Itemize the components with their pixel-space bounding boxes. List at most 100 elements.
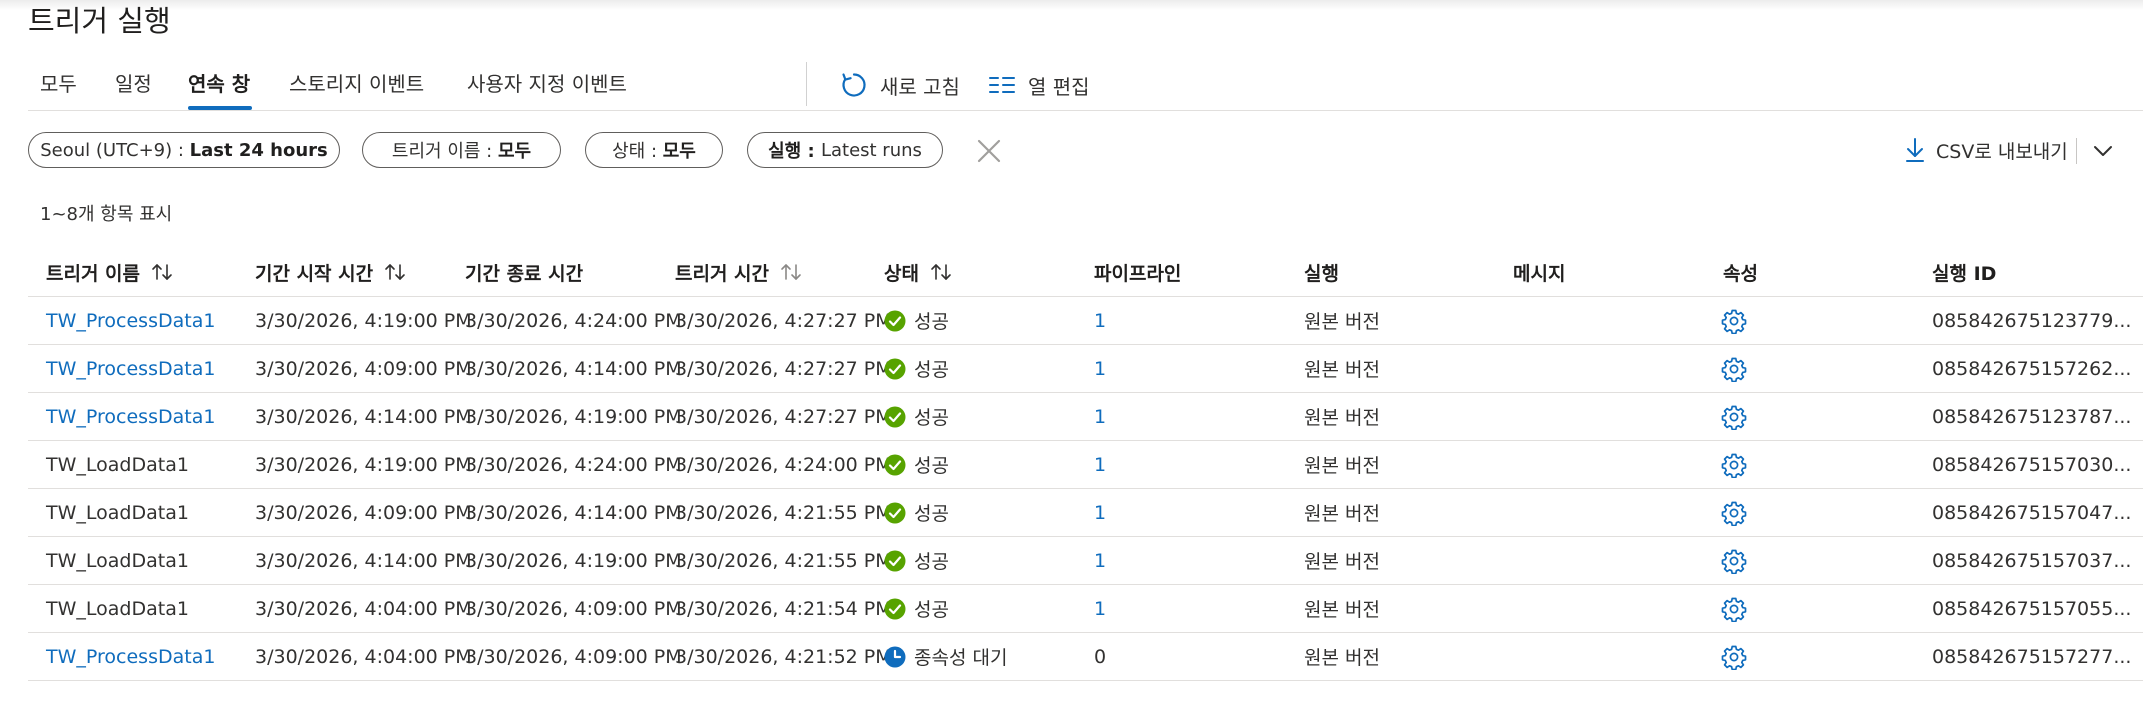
window-start-cell: 3/30/2026, 4:19:00 PM — [255, 309, 472, 332]
col-status[interactable]: 상태 — [884, 248, 953, 296]
gear-icon[interactable] — [1721, 452, 1747, 478]
col-run[interactable]: 실행 — [1304, 248, 1339, 296]
col-window-end[interactable]: 기간 종료 시간 — [465, 248, 583, 296]
status-text: 성공 — [914, 311, 949, 333]
success-check-icon — [884, 406, 906, 428]
sort-icon[interactable] — [929, 262, 953, 282]
run-id-cell: 085842675157262... — [1932, 357, 2132, 380]
pipeline-cell[interactable]: 1 — [1094, 537, 1106, 584]
status-text: 종속성 대기 — [914, 647, 1008, 669]
run-cell: 원본 버전 — [1304, 599, 1380, 621]
sort-icon[interactable] — [150, 262, 174, 282]
run-cell: 원본 버전 — [1304, 503, 1380, 525]
col-window-start[interactable]: 기간 시작 시간 — [255, 248, 407, 296]
properties-cell — [1721, 441, 1747, 488]
table-row[interactable]: TW_LoadData1 3/30/2026, 4:04:00 PM 3/30/20… — [28, 585, 2143, 633]
gear-icon[interactable] — [1721, 308, 1747, 334]
table-row[interactable]: TW_ProcessData1 3/30/2026, 4:19:00 PM 3/30… — [28, 297, 2143, 345]
trigger-name-cell[interactable]: TW_ProcessData1 — [46, 297, 215, 344]
window-end-cell: 3/30/2026, 4:24:00 PM — [465, 309, 682, 332]
run-cell: 원본 버전 — [1304, 455, 1380, 477]
gear-icon[interactable] — [1721, 404, 1747, 430]
gear-icon[interactable] — [1721, 356, 1747, 382]
run-filter-prefix: 실행 : — [768, 141, 821, 162]
trigger-name-cell[interactable]: TW_ProcessData1 — [46, 393, 215, 440]
run-cell: 원본 버전 — [1304, 311, 1380, 333]
clock-icon — [884, 646, 906, 668]
col-trigger-name-label: 트리거 이름 — [46, 262, 141, 285]
run-filter-pill[interactable]: 실행 : Latest runs — [747, 132, 943, 168]
col-run-id[interactable]: 실행 ID — [1932, 248, 1996, 296]
tab-schedule[interactable]: 일정 — [115, 70, 152, 98]
table-row[interactable]: TW_LoadData1 3/30/2026, 4:09:00 PM 3/30/20… — [28, 489, 2143, 537]
chevron-down-icon[interactable] — [2088, 136, 2118, 166]
gear-icon[interactable] — [1721, 644, 1747, 670]
table-row[interactable]: TW_ProcessData1 3/30/2026, 4:14:00 PM 3/30… — [28, 393, 2143, 441]
window-start-cell: 3/30/2026, 4:09:00 PM — [255, 357, 472, 380]
table-row[interactable]: TW_LoadData1 3/30/2026, 4:14:00 PM 3/30/20… — [28, 537, 2143, 585]
table-row[interactable]: TW_ProcessData1 3/30/2026, 4:09:00 PM 3/30… — [28, 345, 2143, 393]
col-trigger-time-label: 트리거 시간 — [675, 262, 770, 285]
time-filter-pill[interactable]: Seoul (UTC+9) : Last 24 hours — [28, 132, 340, 168]
tab-custom-events[interactable]: 사용자 지정 이벤트 — [467, 70, 627, 98]
status-cell: 성공 — [884, 585, 949, 632]
run-cell: 원본 버전 — [1304, 551, 1380, 573]
pipeline-cell[interactable]: 1 — [1094, 345, 1106, 392]
edit-columns-button[interactable]: 열 편집 — [988, 70, 1090, 100]
window-end-cell: 3/30/2026, 4:19:00 PM — [465, 549, 682, 572]
table-row[interactable]: TW_ProcessData1 3/30/2026, 4:04:00 PM 3/30… — [28, 633, 2143, 681]
trigger-time-cell: 3/30/2026, 4:21:54 PM — [675, 597, 892, 620]
gear-icon[interactable] — [1721, 548, 1747, 574]
col-message[interactable]: 메시지 — [1513, 248, 1565, 296]
properties-cell — [1721, 633, 1747, 680]
pipeline-cell[interactable]: 1 — [1094, 297, 1106, 344]
run-cell: 원본 버전 — [1304, 407, 1380, 429]
col-trigger-name[interactable]: 트리거 이름 — [46, 248, 174, 296]
gear-icon[interactable] — [1721, 596, 1747, 622]
status-cell: 성공 — [884, 345, 949, 392]
export-csv-button[interactable]: CSV로 내보내기 — [1904, 134, 2068, 166]
properties-cell — [1721, 489, 1747, 536]
export-divider — [2076, 138, 2077, 164]
trigger-time-cell: 3/30/2026, 4:27:27 PM — [675, 309, 892, 332]
window-start-cell: 3/30/2026, 4:14:00 PM — [255, 549, 472, 572]
time-filter-value: Last 24 hours — [189, 139, 328, 161]
status-filter-pill[interactable]: 상태 : 모두 — [585, 132, 723, 168]
status-text: 성공 — [914, 359, 949, 381]
pipeline-cell[interactable]: 1 — [1094, 489, 1106, 536]
tabs-toolbar-divider — [806, 62, 807, 106]
col-trigger-time[interactable]: 트리거 시간 — [675, 248, 803, 296]
status-cell: 성공 — [884, 393, 949, 440]
run-id-cell: 085842675157030... — [1932, 453, 2132, 476]
trigger-name-cell[interactable]: TW_ProcessData1 — [46, 633, 215, 680]
success-check-icon — [884, 358, 906, 380]
trigger-time-cell: 3/30/2026, 4:24:00 PM — [675, 453, 892, 476]
tab-storage-events[interactable]: 스토리지 이벤트 — [289, 70, 424, 98]
trigger-time-cell: 3/30/2026, 4:21:55 PM — [675, 549, 892, 572]
sort-icon[interactable] — [779, 262, 803, 282]
col-status-label: 상태 — [884, 262, 919, 285]
refresh-button[interactable]: 새로 고침 — [840, 70, 960, 100]
run-cell: 원본 버전 — [1304, 647, 1380, 669]
refresh-label: 새로 고침 — [880, 74, 960, 99]
col-pipeline[interactable]: 파이프라인 — [1094, 248, 1181, 296]
tab-tumbling-window[interactable]: 연속 창 — [188, 70, 250, 98]
pipeline-cell[interactable]: 1 — [1094, 585, 1106, 632]
window-end-cell: 3/30/2026, 4:09:00 PM — [465, 597, 682, 620]
download-icon — [1906, 138, 1924, 162]
trigger-time-cell: 3/30/2026, 4:27:27 PM — [675, 405, 892, 428]
trigger-name-cell[interactable]: TW_ProcessData1 — [46, 345, 215, 392]
status-text: 성공 — [914, 503, 949, 525]
trigger-runs-table: 트리거 이름 기간 시작 시간 기간 종료 시간 트리거 시간 상태 파이프라인… — [28, 248, 2143, 681]
pipeline-cell[interactable]: 1 — [1094, 393, 1106, 440]
gear-icon[interactable] — [1721, 500, 1747, 526]
col-properties[interactable]: 속성 — [1723, 248, 1758, 296]
properties-cell — [1721, 393, 1747, 440]
clear-filters-icon[interactable] — [974, 136, 1004, 166]
pipeline-cell[interactable]: 1 — [1094, 441, 1106, 488]
sort-icon[interactable] — [383, 262, 407, 282]
properties-cell — [1721, 537, 1747, 584]
table-row[interactable]: TW_LoadData1 3/30/2026, 4:19:00 PM 3/30/20… — [28, 441, 2143, 489]
tab-all[interactable]: 모두 — [40, 70, 77, 98]
trigger-name-filter-pill[interactable]: 트리거 이름 : 모두 — [362, 132, 561, 168]
